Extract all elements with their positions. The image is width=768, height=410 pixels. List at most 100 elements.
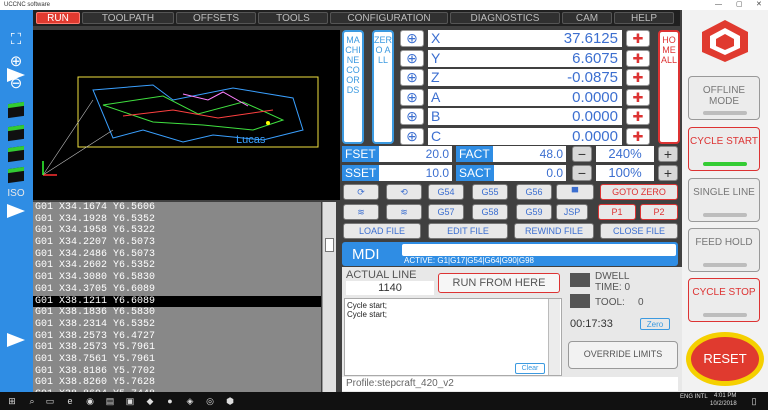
spindle-ccw-button[interactable]: ⟲ [386, 184, 422, 200]
console-scrollbar[interactable] [548, 299, 560, 375]
feed-minus-button[interactable]: − [572, 146, 592, 162]
probe-icon[interactable]: ▀ [556, 184, 594, 200]
offline-mode-button[interactable]: OFFLINE MODE [688, 76, 760, 120]
gcode-scrollbar[interactable] [322, 202, 336, 392]
zero-axis-icon[interactable]: ⊕ [400, 69, 424, 86]
coolant-flood-button[interactable]: ≋ [343, 204, 379, 220]
iso-view-button[interactable]: ISO [6, 184, 26, 202]
home-axis-icon[interactable]: ✚ [626, 69, 650, 86]
cycle-stop-button[interactable]: CYCLE STOP [688, 278, 760, 322]
home-axis-icon[interactable]: ✚ [626, 127, 650, 145]
gcode-line[interactable]: G01 X38.2573 Y5.7961 [33, 342, 321, 354]
machine-coords-button[interactable]: MACHINE COORDS [342, 30, 364, 144]
g54-button[interactable]: G54 [428, 184, 464, 200]
zero-all-button[interactable]: ZERO ALL [372, 30, 394, 144]
spindle-cw-button[interactable]: ⟳ [343, 184, 379, 200]
current-gcode-line[interactable]: G01 X38.1211 Y6.6089 [33, 295, 321, 308]
app-icon[interactable]: ◈ [184, 395, 196, 407]
zero-axis-icon[interactable]: ⊕ [400, 108, 424, 125]
fit-view-icon[interactable]: ⛶ [6, 30, 26, 48]
view-top-cube-icon[interactable] [8, 101, 24, 119]
zero-axis-icon[interactable]: ⊕ [400, 30, 424, 47]
view-side-cube-icon[interactable] [8, 145, 24, 163]
axis-value[interactable]: 0.0000 [450, 108, 622, 125]
zero-axis-icon[interactable]: ⊕ [400, 127, 424, 145]
axis-value[interactable]: 0.0000 [450, 127, 622, 145]
gcode-line[interactable]: G01 X38.1836 Y6.5830 [33, 307, 321, 319]
app-icon[interactable]: ◉ [84, 395, 96, 407]
timer-zero-button[interactable]: Zero [640, 318, 670, 330]
toolpath-view[interactable]: Lucas [33, 30, 340, 200]
tab-tools[interactable]: TOOLS [258, 12, 328, 24]
axis-value[interactable]: 37.6125 [450, 30, 622, 47]
app-icon[interactable]: ◎ [204, 395, 216, 407]
tab-configuration[interactable]: CONFIGURATION [330, 12, 448, 24]
file-explorer-icon[interactable]: ▤ [104, 395, 116, 407]
gcode-line[interactable]: G01 X38.2573 Y6.4727 [33, 331, 321, 343]
tab-run[interactable]: RUN [36, 12, 80, 24]
start-icon[interactable]: ⊞ [6, 395, 18, 407]
goto-p1-button[interactable]: P1 [598, 204, 636, 220]
single-line-button[interactable]: SINGLE LINE [688, 178, 760, 222]
task-view-icon[interactable]: ▭ [44, 395, 56, 407]
close-icon[interactable]: ✕ [756, 0, 762, 10]
load-file-button[interactable]: LOAD FILE [343, 223, 421, 239]
clear-button[interactable]: Clear [515, 363, 545, 374]
gcode-line[interactable]: G01 X34.2207 Y6.5073 [33, 237, 321, 249]
spindle-plus-button[interactable]: + [658, 165, 678, 181]
cycle-start-button[interactable]: CYCLE START [688, 127, 760, 171]
tab-toolpath[interactable]: TOOLPATH [82, 12, 174, 24]
jsp-button[interactable]: JSP [556, 204, 588, 220]
gcode-line[interactable]: G01 X34.3080 Y6.5830 [33, 272, 321, 284]
g57-button[interactable]: G57 [428, 204, 464, 220]
zero-axis-icon[interactable]: ⊕ [400, 88, 424, 106]
mdi-input[interactable] [402, 244, 676, 256]
g55-button[interactable]: G55 [472, 184, 508, 200]
rewind-file-button[interactable]: REWIND FILE [514, 223, 594, 239]
uccnc-task-icon[interactable]: ⬢ [224, 395, 236, 407]
tab-offsets[interactable]: OFFSETS [176, 12, 256, 24]
gcode-line[interactable]: G01 X34.3705 Y6.6089 [33, 284, 321, 296]
clock-date[interactable]: 10/2/2018 [710, 401, 737, 407]
notification-icon[interactable]: ▯ [748, 395, 760, 407]
clock-time[interactable]: 4:01 PM [714, 393, 736, 399]
axis-value[interactable]: 0.0000 [450, 88, 622, 106]
gcode-line[interactable]: G01 X34.1674 Y6.5606 [33, 202, 321, 214]
gcode-line[interactable]: G01 X34.2486 Y6.5073 [33, 249, 321, 261]
gcode-line[interactable]: G01 X38.2314 Y6.5352 [33, 319, 321, 331]
feed-plus-button[interactable]: + [658, 146, 678, 162]
language-indicator[interactable]: ENG INTL [680, 394, 708, 400]
goto-p2-button[interactable]: P2 [640, 204, 678, 220]
close-file-button[interactable]: CLOSE FILE [600, 223, 678, 239]
zero-axis-icon[interactable]: ⊕ [400, 49, 424, 67]
spindle-minus-button[interactable]: − [572, 165, 592, 181]
home-axis-icon[interactable]: ✚ [626, 30, 650, 47]
edge-icon[interactable]: e [64, 395, 76, 407]
g59-button[interactable]: G59 [516, 204, 552, 220]
gcode-line[interactable]: G01 X34.1928 Y6.5352 [33, 214, 321, 226]
view-right-cube-icon[interactable] [8, 166, 24, 184]
view-front-cube-icon[interactable] [8, 124, 24, 142]
store-icon[interactable]: ◆ [144, 395, 156, 407]
firefox-icon[interactable]: ● [164, 395, 176, 407]
gcode-line[interactable]: G01 X34.1958 Y6.5322 [33, 225, 321, 237]
minimize-icon[interactable]: — [715, 0, 722, 10]
override-limits-button[interactable]: OVERRIDE LIMITS [568, 341, 678, 369]
tab-cam[interactable]: CAM [562, 12, 612, 24]
goto-zero-button[interactable]: GOTO ZERO [600, 184, 678, 200]
tab-diagnostics[interactable]: DIAGNOSTICS [450, 12, 560, 24]
feed-hold-button[interactable]: FEED HOLD [688, 228, 760, 272]
gcode-line[interactable]: G01 X38.7561 Y5.7961 [33, 354, 321, 366]
g56-button[interactable]: G56 [516, 184, 552, 200]
edit-file-button[interactable]: EDIT FILE [428, 223, 508, 239]
axis-value[interactable]: 6.6075 [450, 49, 622, 67]
gcode-line[interactable]: G01 X34.2602 Y6.5352 [33, 260, 321, 272]
gcode-line[interactable]: G01 X38.8186 Y5.7702 [33, 366, 321, 378]
tab-help[interactable]: HELP [614, 12, 674, 24]
scrollbar-thumb[interactable] [325, 238, 334, 252]
coolant-mist-button[interactable]: ≋ [386, 204, 422, 220]
gcode-list[interactable]: G01 X34.1674 Y6.5606 G01 X34.1928 Y6.5352… [33, 202, 321, 392]
search-icon[interactable]: ⌕ [26, 395, 38, 407]
reset-button[interactable]: RESET [691, 337, 759, 381]
maximize-icon[interactable]: ▢ [736, 0, 743, 10]
